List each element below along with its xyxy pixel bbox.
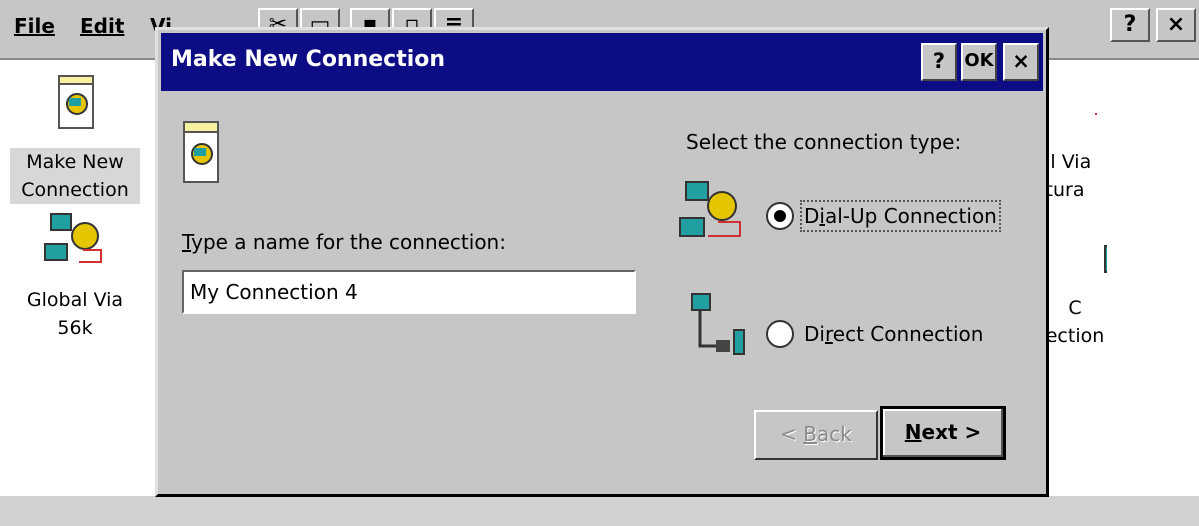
menu-file-label: File bbox=[14, 14, 55, 38]
direct-option-label[interactable]: Direct Connection bbox=[804, 322, 983, 346]
direct-connection-icon bbox=[1104, 245, 1116, 273]
direct-radio[interactable] bbox=[766, 320, 794, 348]
back-button[interactable]: < Back bbox=[754, 410, 878, 460]
dialup-connection-icon bbox=[44, 213, 102, 263]
dialup-option-label[interactable]: Dial-Up Connection bbox=[800, 200, 1001, 232]
item-label: Make New Connection bbox=[10, 148, 140, 204]
new-connection-wizard-icon bbox=[183, 121, 219, 183]
connection-type-label: Select the connection type: bbox=[686, 130, 962, 154]
dialog-ok-label: OK bbox=[964, 50, 994, 71]
menu-file[interactable]: File bbox=[14, 14, 55, 38]
dialup-radio[interactable] bbox=[766, 202, 794, 230]
global-via-56k-item[interactable]: Global Via 56k bbox=[10, 210, 140, 342]
connection-name-label: Type a name for the connection: bbox=[182, 230, 506, 254]
item-label: Global Via 56k bbox=[26, 289, 124, 339]
direct-connection-icon bbox=[691, 293, 745, 355]
status-bar bbox=[0, 494, 1199, 526]
dialog-close-button[interactable]: × bbox=[1003, 43, 1039, 81]
connection-name-input[interactable] bbox=[182, 270, 636, 314]
dialog-ok-button[interactable]: OK bbox=[961, 43, 997, 81]
close-icon: × bbox=[1012, 49, 1030, 73]
next-button[interactable]: Next > bbox=[880, 406, 1006, 460]
dialog-help-button[interactable]: ? bbox=[921, 43, 957, 81]
dialog-help-label: ? bbox=[932, 49, 946, 73]
close-icon: × bbox=[1166, 12, 1186, 37]
close-button[interactable]: × bbox=[1156, 8, 1196, 42]
make-new-connection-item[interactable]: Make New Connection bbox=[10, 72, 140, 204]
dialup-connection-icon bbox=[679, 181, 741, 237]
menu-edit[interactable]: Edit bbox=[80, 14, 124, 38]
menu-edit-label: Edit bbox=[80, 14, 125, 38]
make-new-connection-icon bbox=[58, 75, 94, 129]
dialog-titlebar[interactable]: Make New Connection ? OK × bbox=[161, 33, 1043, 91]
help-label: ? bbox=[1123, 12, 1137, 37]
dialog-title: Make New Connection bbox=[171, 47, 446, 72]
make-new-connection-dialog: Make New Connection ? OK × Type a name f… bbox=[155, 27, 1049, 497]
help-button[interactable]: ? bbox=[1110, 8, 1150, 42]
